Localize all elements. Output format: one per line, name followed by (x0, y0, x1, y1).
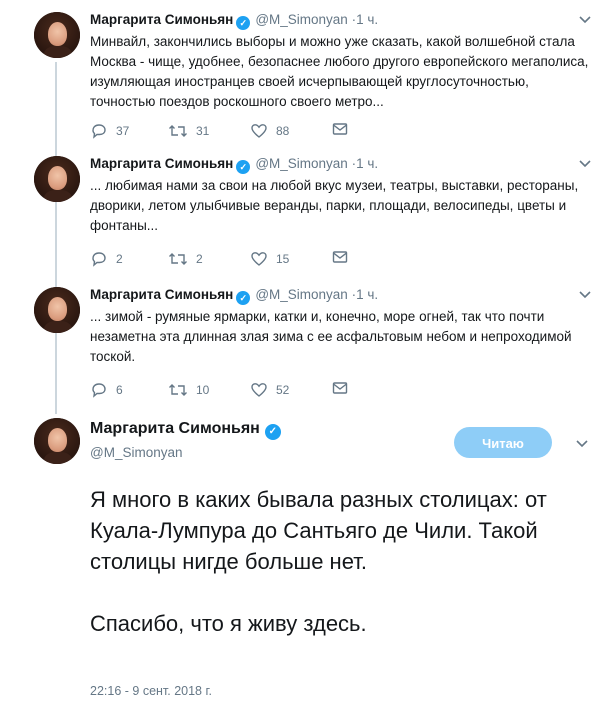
like-icon (251, 124, 267, 138)
tweet-text: Минвайл, закончились выборы и можно уже … (90, 34, 589, 109)
avatar[interactable] (34, 287, 80, 333)
author-handle[interactable]: @M_Simonyan (255, 156, 348, 171)
retweet-button[interactable]: 31 (168, 122, 209, 140)
like-count: 15 (276, 252, 290, 266)
like-button[interactable]: 15 (250, 250, 289, 268)
main-tweet-text: Я много в каких бывала разных столицах: … (90, 487, 547, 636)
retweet-button[interactable]: 10 (168, 381, 209, 399)
tweet-text: ... зимой - румяные ярмарки, катки и, ко… (90, 309, 572, 364)
verified-badge-icon: ✓ (236, 160, 251, 174)
tweet-text: ... любимая нами за свои на любой вкус м… (90, 178, 579, 233)
tweet-time[interactable]: 1 ч. (356, 287, 378, 302)
author-name[interactable]: Маргарита Симоньян (90, 287, 233, 302)
reply-button[interactable]: 2 (90, 250, 123, 268)
thread-tweet-1[interactable]: Маргарита Симоньян ✓ @M_Simonyan ·1 ч. Мин… (0, 12, 612, 147)
message-icon (332, 251, 348, 263)
main-author-name[interactable]: Маргарита Симоньян ✓ (90, 420, 286, 440)
reply-count: 37 (116, 124, 130, 138)
avatar[interactable] (34, 156, 80, 202)
like-icon (251, 252, 267, 266)
verified-badge-icon: ✓ (236, 16, 251, 30)
tweet-header: Маргарита Симоньян ✓ @M_Simonyan ·1 ч. (90, 12, 378, 30)
separator-dot: · (347, 287, 357, 302)
message-button[interactable] (332, 250, 356, 264)
chevron-down-icon[interactable] (578, 12, 592, 26)
author-handle[interactable]: @M_Simonyan (255, 287, 348, 302)
thread-tweet-2[interactable]: Маргарита Симоньян ✓ @M_Simonyan ·1 ч. ...… (0, 156, 612, 276)
tweet-header: Маргарита Симоньян ✓ @M_Simonyan ·1 ч. (90, 156, 378, 174)
tweet-actions: 37 31 88 (90, 122, 390, 140)
separator-dot: · (347, 156, 357, 171)
message-button[interactable] (332, 122, 356, 136)
avatar[interactable] (34, 12, 80, 58)
reply-button[interactable]: 37 (90, 122, 129, 140)
retweet-count: 10 (196, 383, 210, 397)
thread-tweet-3[interactable]: Маргарита Симоньян ✓ @M_Simonyan ·1 ч. ...… (0, 287, 612, 407)
reply-count: 6 (116, 383, 123, 397)
chevron-down-icon[interactable] (575, 436, 589, 455)
like-icon (251, 383, 267, 397)
retweet-count: 2 (196, 252, 203, 266)
reply-icon (92, 124, 106, 139)
like-button[interactable]: 52 (250, 381, 289, 399)
main-tweet-date[interactable]: 22:16 - 9 сент. 2018 г. (90, 684, 212, 698)
main-author-handle[interactable]: @M_Simonyan (90, 445, 183, 460)
verified-badge-icon: ✓ (264, 424, 281, 440)
author-name[interactable]: Маргарита Симоньян (90, 156, 233, 171)
reply-icon (92, 383, 106, 398)
reply-count: 2 (116, 252, 123, 266)
tweet-actions: 6 10 52 (90, 381, 390, 399)
author-name[interactable]: Маргарита Симоньян (90, 420, 260, 437)
author-name[interactable]: Маргарита Симоньян (90, 12, 233, 27)
message-icon (332, 123, 348, 135)
tweet-time[interactable]: 1 ч. (356, 156, 378, 171)
author-handle[interactable]: @M_Simonyan (255, 12, 348, 27)
separator-dot: · (347, 12, 357, 27)
verified-badge-icon: ✓ (236, 291, 251, 305)
tweet-actions: 2 2 15 (90, 250, 390, 268)
reply-icon (92, 252, 106, 267)
retweet-icon (169, 125, 187, 137)
like-button[interactable]: 88 (250, 122, 289, 140)
tweet-header: Маргарита Симоньян ✓ @M_Simonyan ·1 ч. (90, 287, 378, 305)
message-icon (332, 382, 348, 394)
like-count: 88 (276, 124, 290, 138)
chevron-down-icon[interactable] (578, 156, 592, 170)
retweet-count: 31 (196, 124, 210, 138)
avatar[interactable] (34, 418, 80, 464)
retweet-button[interactable]: 2 (168, 250, 203, 268)
tweet-time[interactable]: 1 ч. (356, 12, 378, 27)
retweet-icon (169, 384, 187, 396)
retweet-icon (169, 253, 187, 265)
like-count: 52 (276, 383, 290, 397)
tweet-thread: Маргарита Симоньян ✓ @M_Simonyan ·1 ч. Мин… (0, 0, 612, 705)
following-button[interactable]: Читаю (454, 427, 552, 458)
chevron-down-icon[interactable] (578, 287, 592, 301)
message-button[interactable] (332, 381, 356, 395)
reply-button[interactable]: 6 (90, 381, 123, 399)
